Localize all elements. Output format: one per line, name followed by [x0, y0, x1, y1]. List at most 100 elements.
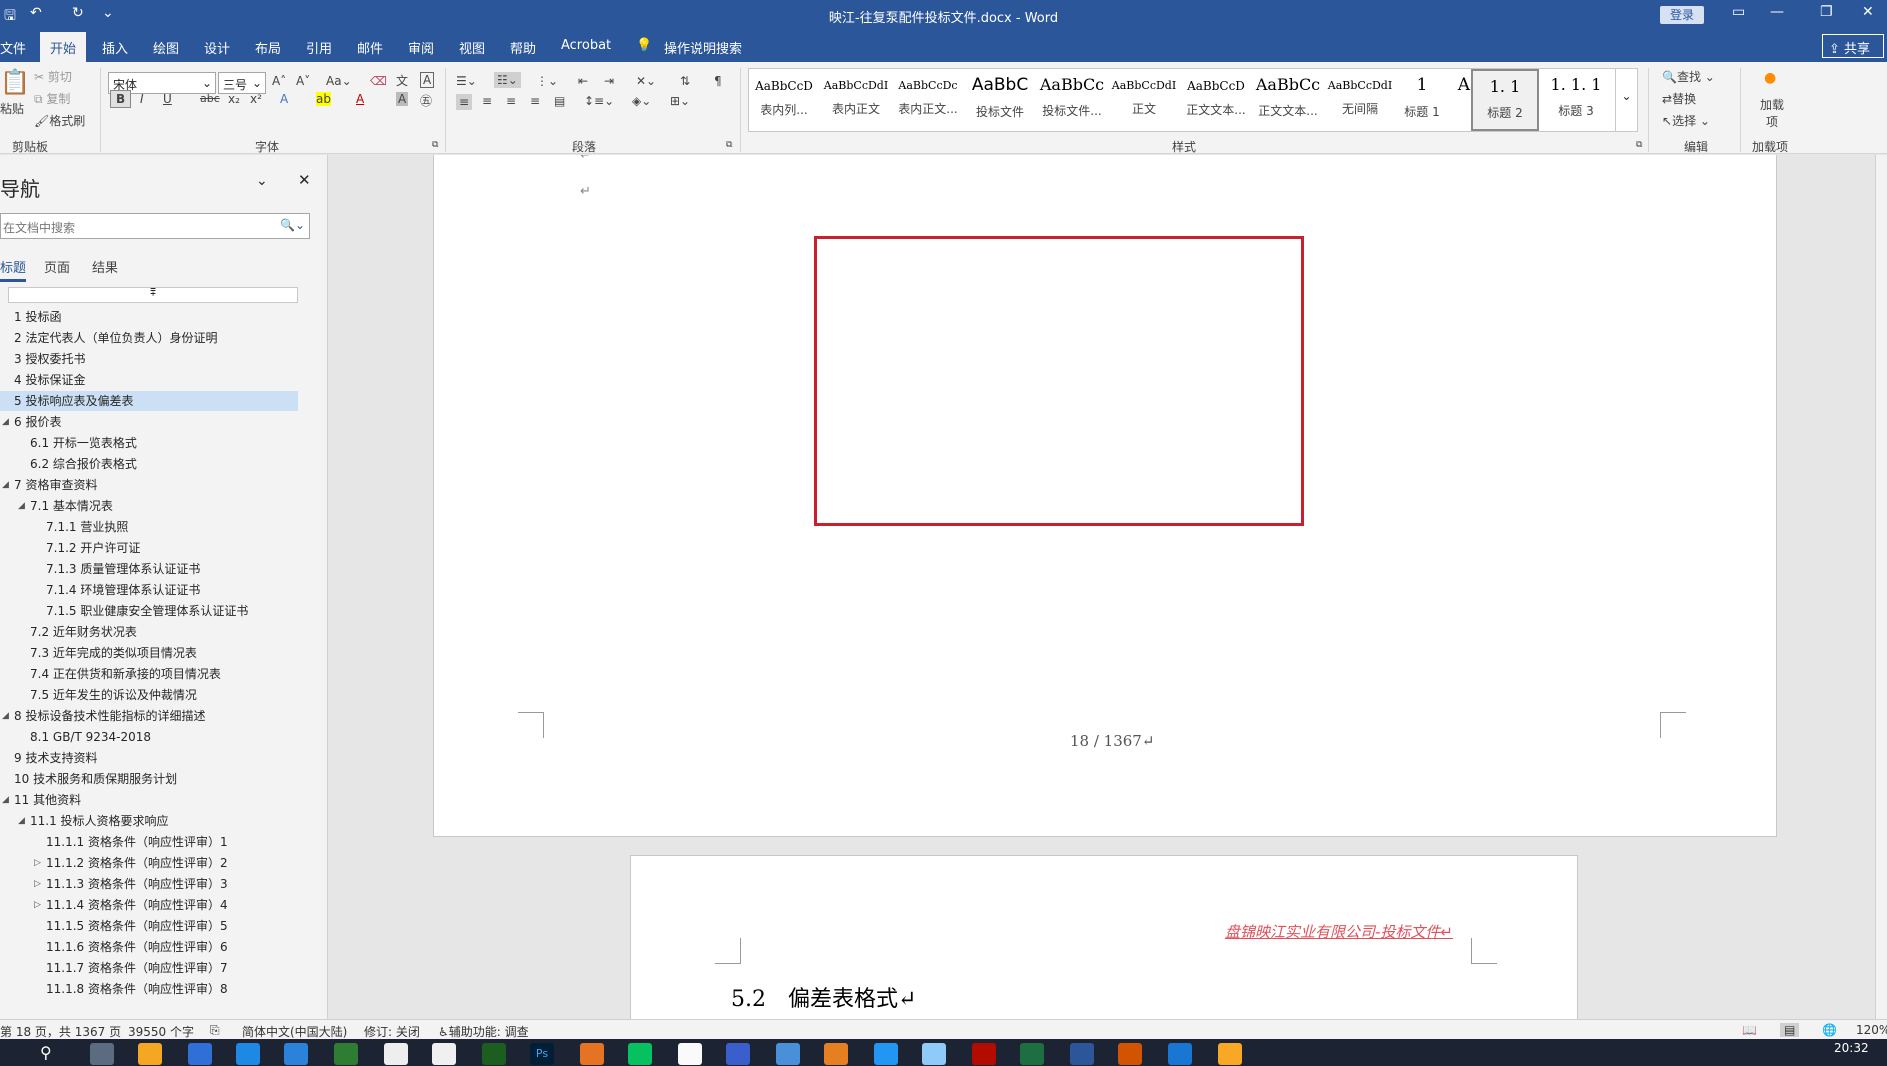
nav-heading-item[interactable]: 11.1.1 资格条件（响应性评审）1 — [0, 832, 298, 852]
find-button[interactable]: 🔍查找 ⌄ — [1662, 68, 1715, 85]
nav-heading-item[interactable]: ▷ 11.1.4 资格条件（响应性评审）4 — [0, 895, 298, 915]
nav-heading-item[interactable]: ◢ 11 其他资料 — [0, 790, 298, 810]
word-count-status[interactable]: 39550 个字 — [128, 1023, 194, 1040]
share-button[interactable]: ⇪ 共享 ⌄ — [1822, 34, 1884, 72]
close-icon[interactable]: ✕ — [298, 171, 311, 189]
shading-icon[interactable]: ◈⌄ — [632, 94, 651, 108]
app-icon[interactable] — [726, 1043, 750, 1065]
search-icon[interactable]: ⚲ — [40, 1043, 64, 1065]
replace-button[interactable]: ⇄替换 — [1662, 90, 1696, 107]
print-layout-icon[interactable]: ▤ — [1780, 1023, 1800, 1037]
tell-me-search[interactable]: 操作说明搜索 — [664, 38, 742, 57]
nav-heading-item[interactable]: 8.1 GB/T 9234-2018 — [0, 727, 298, 747]
app-icon[interactable] — [482, 1043, 506, 1065]
nav-heading-item[interactable]: 5 投标响应表及偏差表 — [0, 391, 298, 411]
ribbon-display-icon[interactable]: ▭ — [1732, 4, 1745, 20]
copy-button[interactable]: ⧉ 复制 — [34, 90, 70, 107]
change-case-icon[interactable]: Aa⌄ — [326, 74, 352, 88]
expanded-triangle-icon[interactable]: ◢ — [2, 412, 9, 432]
load-addins-button[interactable]: 加载项 — [1758, 96, 1786, 130]
tab-review[interactable]: 审阅 — [408, 38, 434, 57]
justify-icon[interactable]: ≡ — [530, 94, 540, 108]
app-icon[interactable] — [1118, 1043, 1142, 1065]
tab-help[interactable]: 帮助 — [510, 38, 536, 57]
underline-button[interactable]: U — [163, 92, 172, 106]
proofing-icon[interactable]: ⎘ — [210, 1023, 220, 1038]
bold-button[interactable]: B — [110, 90, 132, 108]
grow-font-icon[interactable]: A˄ — [272, 74, 286, 88]
align-left-icon[interactable]: ≡ — [456, 94, 473, 110]
enclose-characters-icon[interactable]: ㊄ — [420, 92, 432, 109]
clear-format-icon[interactable]: ⌫ — [370, 74, 387, 88]
shrink-font-icon[interactable]: A˅ — [296, 74, 310, 88]
document-page[interactable]: 盘锦映江实业有限公司-投标文件↵ 5.2 偏差表格式↵ — [630, 855, 1578, 1019]
nav-heading-item[interactable]: 7.3 近年完成的类似项目情况表 — [0, 643, 298, 663]
paste-button[interactable]: 粘贴 — [0, 100, 24, 117]
expanded-triangle-icon[interactable]: ◢ — [18, 811, 25, 831]
collapse-all-bar[interactable]: ⩱ — [8, 287, 298, 303]
nav-search-input[interactable]: 在文档中搜索 🔍⌄ — [0, 213, 310, 239]
chevron-down-icon[interactable]: ⌄ — [256, 173, 268, 189]
phonetic-guide-icon[interactable]: 文 — [396, 72, 408, 89]
collapsed-triangle-icon[interactable]: ▷ — [34, 853, 41, 873]
italic-button[interactable]: I — [140, 92, 144, 106]
app-icon[interactable] — [334, 1043, 358, 1065]
acrobat-icon[interactable] — [972, 1043, 996, 1065]
character-shading-icon[interactable]: A — [396, 92, 409, 106]
zoom-level[interactable]: 120% — [1856, 1023, 1887, 1037]
app-icon[interactable] — [580, 1043, 604, 1065]
word-icon[interactable] — [1070, 1043, 1094, 1065]
login-button[interactable]: 登录 — [1660, 6, 1704, 24]
app-icon[interactable] — [432, 1043, 456, 1065]
style-item[interactable]: AaBbCcDc 表内正文... — [893, 69, 963, 131]
file-explorer-icon[interactable] — [1218, 1043, 1242, 1065]
font-color-icon[interactable]: A — [356, 92, 364, 106]
nav-heading-item[interactable]: ◢ 8 投标设备技术性能指标的详细描述 — [0, 706, 298, 726]
nav-heading-item[interactable]: 4 投标保证金 — [0, 370, 298, 390]
nav-heading-item[interactable]: 2 法定代表人（单位负责人）身份证明 — [0, 328, 298, 348]
nav-heading-item[interactable]: 7.1.4 环境管理体系认证证书 — [0, 580, 298, 600]
multilevel-list-icon[interactable]: ⋮⌄ — [536, 74, 558, 88]
paste-icon[interactable]: 📋 — [0, 68, 30, 96]
app-icon[interactable] — [922, 1043, 946, 1065]
expanded-triangle-icon[interactable]: ◢ — [2, 706, 9, 726]
styles-more-icon[interactable]: ⌄ — [1615, 69, 1637, 131]
superscript-button[interactable]: x² — [250, 92, 262, 106]
numbering-icon[interactable]: ☷⌄ — [494, 72, 521, 88]
nav-heading-item[interactable]: 9 技术支持资料 — [0, 748, 298, 768]
nav-heading-item[interactable]: ◢ 7.1 基本情况表 — [0, 496, 298, 516]
font-dialog-launcher-icon[interactable]: ⧉ — [432, 140, 438, 150]
style-item[interactable]: 1 标题 1 — [1397, 69, 1447, 131]
nav-heading-item[interactable]: 11.1.5 资格条件（响应性评审）5 — [0, 916, 298, 936]
nav-heading-item[interactable]: 7.2 近年财务状况表 — [0, 622, 298, 642]
minimize-icon[interactable]: — — [1770, 4, 1784, 20]
tab-design[interactable]: 设计 — [204, 38, 230, 57]
wechat-icon[interactable] — [628, 1043, 652, 1065]
strikethrough-button[interactable]: abc — [200, 92, 220, 105]
decrease-indent-icon[interactable]: ⇤ — [578, 74, 588, 88]
subscript-button[interactable]: x₂ — [228, 92, 240, 106]
increase-indent-icon[interactable]: ⇥ — [604, 74, 614, 88]
document-page[interactable]: ↵ ↵ 18 / 1367↵ — [433, 155, 1777, 837]
expanded-triangle-icon[interactable]: ◢ — [2, 475, 9, 495]
format-painter-button[interactable]: 🖌格式刷 — [34, 112, 85, 129]
vertical-scrollbar[interactable] — [1875, 155, 1887, 1019]
app-icon[interactable] — [776, 1043, 800, 1065]
tab-mailings[interactable]: 邮件 — [357, 38, 383, 57]
asian-layout-icon[interactable]: ✕⌄ — [636, 74, 656, 88]
character-border-icon[interactable]: A — [420, 72, 435, 88]
styles-dialog-launcher-icon[interactable]: ⧉ — [1636, 140, 1642, 150]
close-icon[interactable]: ✕ — [1862, 4, 1874, 20]
sort-icon[interactable]: ⇅ — [680, 74, 690, 88]
font-size-box[interactable]: 三号 ⌄ — [218, 72, 266, 94]
tab-insert[interactable]: 插入 — [102, 38, 128, 57]
style-item[interactable]: AaBbCcD 正文文本... — [1181, 69, 1251, 131]
align-right-icon[interactable]: ≡ — [506, 94, 516, 108]
app-icon[interactable] — [284, 1043, 308, 1065]
nav-heading-item[interactable]: 7.1.2 开户许可证 — [0, 538, 298, 558]
style-item[interactable]: AaBbC 投标文件 — [965, 69, 1035, 131]
nav-heading-item[interactable]: 11.1.8 资格条件（响应性评审）8 — [0, 979, 298, 999]
nav-heading-item[interactable]: 7.1.1 营业执照 — [0, 517, 298, 537]
calculator-icon[interactable] — [90, 1043, 114, 1065]
restore-icon[interactable]: ❐ — [1820, 4, 1833, 20]
